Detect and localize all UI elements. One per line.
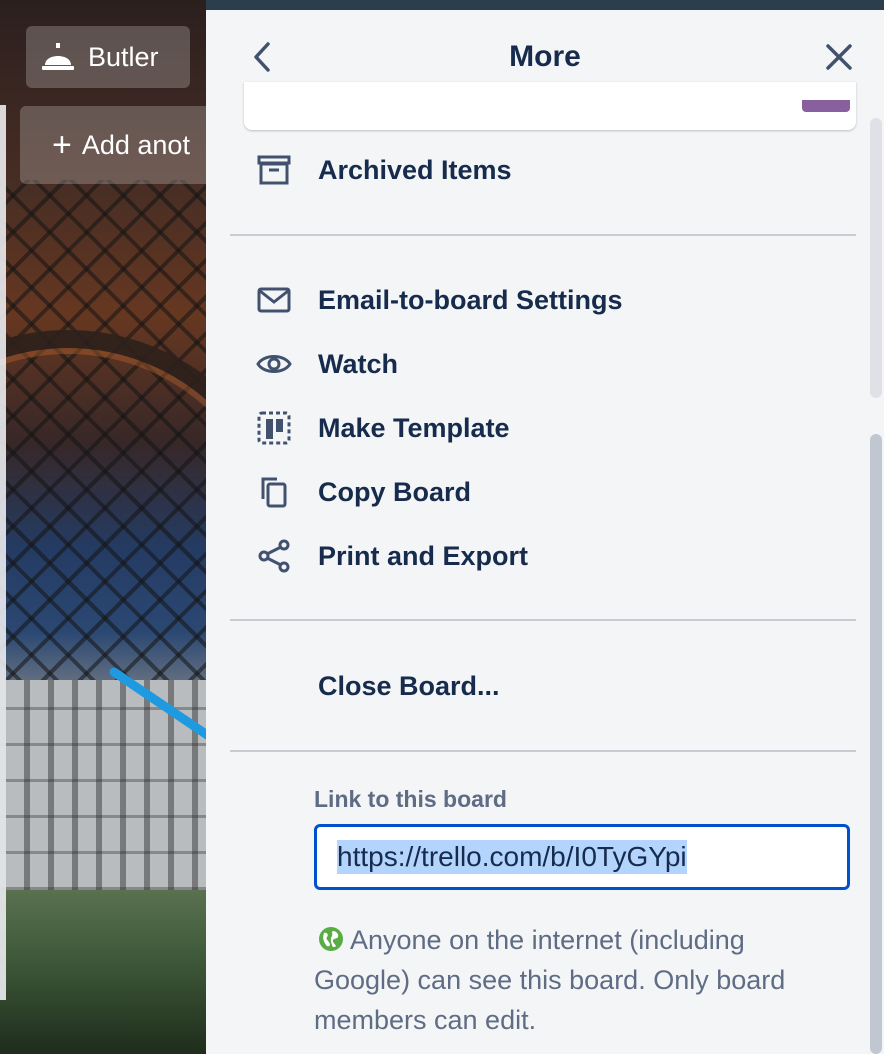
menu-item-email-to-board[interactable]: Email-to-board Settings [256,280,623,320]
visibility-info: Anyone on the internet (including Google… [314,920,834,1040]
menu-item-make-template[interactable]: Make Template [256,408,510,448]
divider [230,750,856,752]
menu-item-label: Print and Export [318,540,529,571]
email-icon [256,282,292,318]
archive-icon [256,152,292,188]
list-edge [0,105,6,1000]
plus-icon: + [52,126,72,164]
header-strip [206,0,884,10]
menu-item-label: Copy Board [318,476,472,507]
board-link-input[interactable]: https://trello.com/b/I0TyGYpi [314,824,850,890]
butler-bell-icon [42,43,74,71]
menu-item-watch[interactable]: Watch [256,344,398,384]
panel-title: More [509,40,581,73]
eye-icon [256,346,292,382]
visibility-text: Anyone on the internet (including Google… [314,925,786,1035]
menu-item-label: Make Template [318,412,510,443]
background-lawn [0,890,210,1054]
copy-icon [256,474,292,510]
menu-item-label: Archived Items [318,154,512,185]
link-section-label: Link to this board [314,786,507,812]
menu-item-print-and-export[interactable]: Print and Export [256,536,528,576]
butler-button[interactable]: Butler [26,26,190,88]
menu-item-label: Watch [318,348,398,379]
template-icon [256,410,292,446]
menu-item-archived-items[interactable]: Archived Items [256,150,512,190]
add-list-label: Add anot [81,129,190,160]
card-label [802,100,850,112]
divider [230,234,856,236]
add-list-button[interactable]: + Add anot [20,106,220,184]
close-board-button[interactable]: Close Board... [318,666,500,706]
more-menu-panel: More Archived Items Email-to-board Setti… [206,10,884,1054]
scrollbar-track[interactable] [870,118,882,398]
globe-icon [318,923,344,951]
divider [230,619,856,621]
share-icon [256,538,292,574]
menu-card[interactable] [244,82,856,130]
menu-item-label: Email-to-board Settings [318,284,623,315]
scrollbar-thumb[interactable] [870,434,882,1054]
menu-item-copy-board[interactable]: Copy Board [256,472,471,512]
close-icon[interactable] [822,40,856,74]
close-board-label: Close Board... [318,670,500,701]
butler-label: Butler [88,41,159,72]
board-link-value: https://trello.com/b/I0TyGYpi [337,840,687,874]
